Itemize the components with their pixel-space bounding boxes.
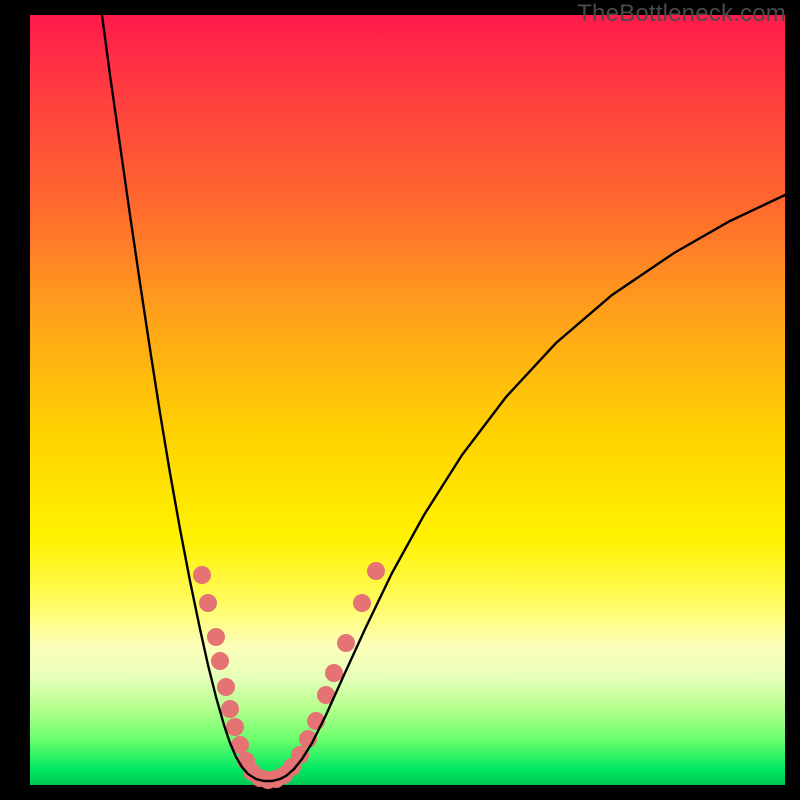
highlight-dot [211,652,229,670]
bottleneck-curve-svg [30,15,785,785]
highlight-dot [207,628,225,646]
highlight-dot [226,718,244,736]
highlight-dot [193,566,211,584]
highlight-dot [221,700,239,718]
bottleneck-curve-path [102,15,785,781]
plot-area [30,15,785,785]
watermark-text: TheBottleneck.com [577,0,786,28]
dots-layer [193,562,385,789]
highlight-dot [353,594,371,612]
highlight-dot [325,664,343,682]
highlight-dot [337,634,355,652]
highlight-dot [217,678,235,696]
chart-frame: TheBottleneck.com [0,0,800,800]
highlight-dot [199,594,217,612]
highlight-dot [367,562,385,580]
